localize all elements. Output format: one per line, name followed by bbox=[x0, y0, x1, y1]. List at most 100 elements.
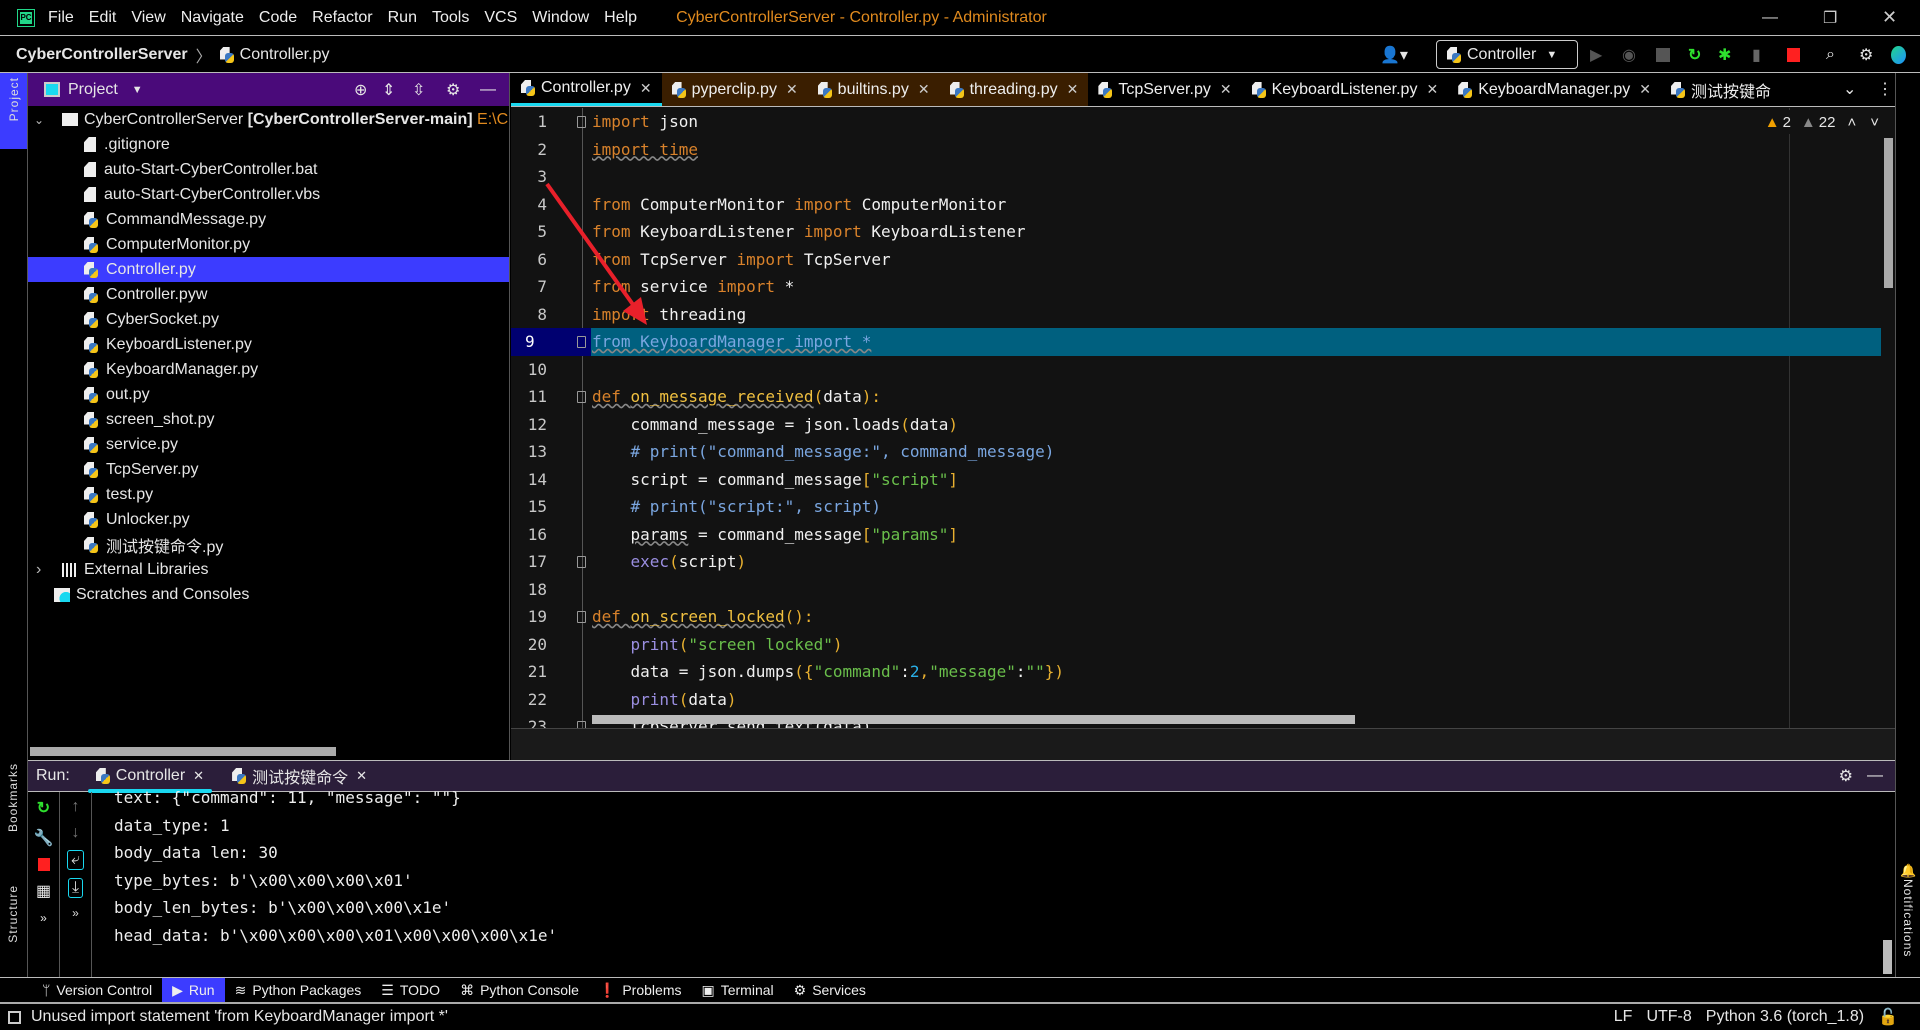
tree-file[interactable]: 测试按键命令.py bbox=[28, 532, 509, 557]
chevron-right-icon[interactable]: › bbox=[36, 561, 54, 579]
rerun-icon[interactable]: ↻ bbox=[1688, 45, 1701, 65]
more-icon[interactable]: » bbox=[72, 906, 79, 920]
next-highlight-icon[interactable]: ˅ bbox=[1870, 114, 1879, 131]
rerun-icon[interactable]: ↻ bbox=[37, 798, 50, 818]
breadcrumb-file[interactable]: Controller.py bbox=[240, 46, 330, 64]
tool-services[interactable]: ⚙ Services bbox=[784, 978, 876, 1002]
expand-all-icon[interactable]: ⇕ bbox=[382, 80, 395, 100]
tree-file[interactable]: ComputerMonitor.py bbox=[28, 232, 509, 257]
tree-file[interactable]: service.py bbox=[28, 432, 509, 457]
structure-tool-button[interactable]: Structure bbox=[6, 885, 20, 948]
code-line[interactable]: 20 print("screen locked") bbox=[511, 631, 1881, 659]
unlock-icon[interactable]: 🔓 bbox=[1878, 1007, 1898, 1027]
inspection-widget[interactable]: ▲ 2 ▲ 22 ˄ ˅ bbox=[1764, 110, 1879, 134]
tree-file[interactable]: auto-Start-CyberController.vbs bbox=[28, 182, 509, 207]
menu-tools[interactable]: Tools bbox=[432, 9, 469, 27]
tabs-menu-icon[interactable]: ⋮ bbox=[1877, 79, 1893, 99]
breadcrumb-project[interactable]: CyberControllerServer bbox=[16, 46, 188, 64]
hide-panel-icon[interactable]: — bbox=[480, 81, 496, 99]
gear-icon[interactable]: ⚙ bbox=[1859, 45, 1873, 65]
menu-file[interactable]: File bbox=[48, 9, 74, 27]
tree-file[interactable]: CyberSocket.py bbox=[28, 307, 509, 332]
menu-code[interactable]: Code bbox=[259, 9, 297, 27]
editor-tab[interactable]: builtins.py ✕ bbox=[807, 73, 940, 106]
project-horizontal-scrollbar[interactable] bbox=[30, 747, 336, 756]
tabs-more-chevron-icon[interactable]: ⌄ bbox=[1843, 79, 1856, 99]
chevron-down-icon[interactable]: ▼ bbox=[132, 84, 143, 96]
file-encoding[interactable]: UTF-8 bbox=[1646, 1008, 1691, 1026]
editor-tab[interactable]: TcpServer.py ✕ bbox=[1088, 73, 1241, 106]
stop-icon[interactable] bbox=[37, 858, 50, 871]
menu-vcs[interactable]: VCS bbox=[484, 9, 517, 27]
project-panel-title[interactable]: Project bbox=[68, 81, 118, 99]
tree-file[interactable]: .gitignore bbox=[28, 132, 509, 157]
scroll-to-end-icon[interactable]: ⤓ bbox=[67, 878, 84, 898]
tree-root[interactable]: ⌄ CyberControllerServer [CyberController… bbox=[28, 107, 509, 132]
console-output[interactable]: text: {"command": 11, "message": ""} data… bbox=[114, 784, 557, 949]
tree-file[interactable]: screen_shot.py bbox=[28, 407, 509, 432]
user-icon[interactable]: 👤▾ bbox=[1380, 45, 1408, 65]
tool-problems[interactable]: ❗ Problems bbox=[589, 978, 692, 1002]
tree-file[interactable]: Controller.pyw bbox=[28, 282, 509, 307]
locate-icon[interactable]: ⊕ bbox=[354, 80, 367, 100]
tool-python-console[interactable]: ⌘ Python Console bbox=[450, 978, 589, 1002]
tree-scratches[interactable]: Scratches and Consoles bbox=[28, 582, 509, 607]
soft-wrap-icon[interactable]: ⤶ bbox=[67, 850, 84, 870]
project-tool-button[interactable]: Project bbox=[0, 73, 27, 149]
editor-vertical-scrollbar[interactable] bbox=[1884, 138, 1893, 288]
tree-file[interactable]: KeyboardListener.py bbox=[28, 332, 509, 357]
tool-run[interactable]: ▶ Run bbox=[162, 978, 225, 1002]
menu-help[interactable]: Help bbox=[604, 9, 637, 27]
tree-file[interactable]: out.py bbox=[28, 382, 509, 407]
fold-marker-icon[interactable] bbox=[577, 611, 586, 623]
tree-file[interactable]: Unlocker.py bbox=[28, 507, 509, 532]
code-line[interactable]: 22 print(data) bbox=[511, 686, 1881, 714]
tool-terminal[interactable]: ▣ Terminal bbox=[691, 978, 783, 1002]
tree-file[interactable]: Controller.py bbox=[28, 257, 509, 282]
run-coverage-icon[interactable]: ◉ bbox=[1622, 45, 1636, 65]
editor-horizontal-scrollbar[interactable] bbox=[592, 715, 1355, 724]
run-icon[interactable]: ▶ bbox=[1590, 45, 1602, 65]
tree-file[interactable]: auto-Start-CyberController.bat bbox=[28, 157, 509, 182]
line-number[interactable]: 20 bbox=[511, 631, 551, 659]
menu-navigate[interactable]: Navigate bbox=[181, 9, 244, 27]
up-arrow-icon[interactable]: ↑ bbox=[72, 798, 80, 816]
code-line[interactable]: 15 # print("script:", script) bbox=[511, 493, 1881, 521]
close-button[interactable]: ✕ bbox=[1882, 7, 1897, 28]
tree-file[interactable]: KeyboardManager.py bbox=[28, 357, 509, 382]
line-number[interactable]: 15 bbox=[511, 493, 551, 521]
line-number[interactable]: 17 bbox=[511, 548, 551, 576]
line-number[interactable]: 18 bbox=[511, 576, 551, 604]
menu-edit[interactable]: Edit bbox=[89, 9, 117, 27]
bookmarks-tool-button[interactable]: Bookmarks bbox=[6, 763, 20, 837]
previous-highlight-icon[interactable]: ˄ bbox=[1847, 114, 1856, 131]
editor-tab[interactable]: KeyboardManager.py ✕ bbox=[1448, 73, 1661, 106]
code-line[interactable]: 18 bbox=[511, 576, 1881, 604]
python-interpreter[interactable]: Python 3.6 (torch_1.8) bbox=[1706, 1008, 1864, 1026]
gear-icon[interactable]: ⚙ bbox=[1839, 766, 1853, 786]
close-tab-icon[interactable]: ✕ bbox=[918, 81, 930, 98]
tree-file[interactable]: TcpServer.py bbox=[28, 457, 509, 482]
editor-tab[interactable]: 测试按键命 bbox=[1661, 73, 1781, 106]
tool-version-control[interactable]: ᛘ Version Control bbox=[32, 978, 162, 1002]
minimize-button[interactable]: — bbox=[1762, 9, 1778, 27]
code-line[interactable]: 16 params = command_message["params"] bbox=[511, 521, 1881, 549]
run-config-select[interactable]: Controller ▼ bbox=[1436, 40, 1578, 69]
wrench-icon[interactable]: 🔧 bbox=[34, 828, 54, 848]
tree-file[interactable]: test.py bbox=[28, 482, 509, 507]
jetbrains-icon[interactable] bbox=[1891, 45, 1906, 64]
close-tab-icon[interactable]: ✕ bbox=[1639, 81, 1651, 98]
fold-marker-icon[interactable] bbox=[577, 556, 586, 568]
close-tab-icon[interactable]: ✕ bbox=[193, 768, 204, 784]
line-number[interactable]: 19 bbox=[511, 603, 551, 631]
layout-icon[interactable]: ▦ bbox=[36, 881, 51, 901]
stop-disabled-icon[interactable] bbox=[1656, 47, 1670, 62]
line-number[interactable]: 21 bbox=[511, 658, 551, 686]
menu-run[interactable]: Run bbox=[388, 9, 417, 27]
line-ending[interactable]: LF bbox=[1614, 1008, 1633, 1026]
status-toggle-icon[interactable] bbox=[8, 1010, 21, 1024]
close-tab-icon[interactable]: ✕ bbox=[1220, 81, 1232, 98]
stop-icon[interactable] bbox=[1787, 47, 1800, 62]
editor-tab[interactable]: threading.py ✕ bbox=[939, 73, 1089, 106]
tool-todo[interactable]: ☰ TODO bbox=[371, 978, 450, 1002]
